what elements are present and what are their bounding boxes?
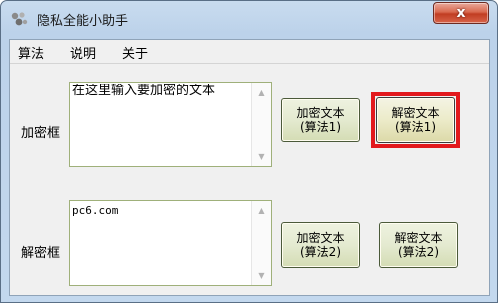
encrypt-box-label: 加密框 <box>21 126 61 141</box>
encrypt-algo1-sublabel: (算法1) <box>300 120 341 134</box>
close-button[interactable]: x <box>433 2 489 24</box>
decrypt-algo2-button[interactable]: 解密文本 (算法2) <box>379 222 458 268</box>
menu-about[interactable]: 关于 <box>122 43 148 62</box>
decrypt-algo1-sublabel: (算法1) <box>395 120 436 134</box>
decrypt-textarea-content: pc6.com <box>72 205 119 217</box>
encrypt-algo1-button[interactable]: 加密文本 (算法1) <box>281 98 360 142</box>
menu-algorithm[interactable]: 算法 <box>18 43 44 62</box>
scroll-down-icon[interactable]: ▼ <box>252 148 271 165</box>
client-area: 算法 说明 关于 加密框 在这里输入要加密的文本 ▲ ▼ 加密文本 (算法1) … <box>9 39 490 296</box>
scroll-up-icon[interactable]: ▲ <box>252 84 271 101</box>
decrypt-textarea[interactable]: pc6.com ▲ ▼ <box>69 200 272 286</box>
encrypt-textarea-content: 在这里输入要加密的文本 <box>72 84 216 98</box>
decrypt-box-label: 解密框 <box>21 246 61 261</box>
close-icon: x <box>456 5 466 21</box>
menu-help[interactable]: 说明 <box>70 43 96 62</box>
decrypt-algo2-label: 解密文本 <box>394 231 443 245</box>
encrypt-algo2-sublabel: (算法2) <box>300 245 341 259</box>
scroll-down-icon[interactable]: ▼ <box>252 267 271 284</box>
title-bar[interactable]: 隐私全能小助手 x <box>1 1 497 38</box>
app-icon <box>11 12 28 26</box>
encrypt-textarea[interactable]: 在这里输入要加密的文本 ▲ ▼ <box>69 82 272 167</box>
encrypt-algo1-label: 加密文本 <box>296 106 345 120</box>
decrypt-algo2-sublabel: (算法2) <box>398 245 439 259</box>
app-window: 隐私全能小助手 x 算法 说明 关于 加密框 在这里输入要加密的文本 ▲ ▼ 加… <box>0 0 498 303</box>
decrypt-algo1-label: 解密文本 <box>391 106 440 120</box>
encrypt-algo2-label: 加密文本 <box>296 231 345 245</box>
menu-bar: 算法 说明 关于 <box>10 40 489 64</box>
encrypt-scrollbar[interactable]: ▲ ▼ <box>251 83 271 166</box>
window-title: 隐私全能小助手 <box>37 14 129 29</box>
encrypt-algo2-button[interactable]: 加密文本 (算法2) <box>281 222 360 268</box>
decrypt-algo1-button[interactable]: 解密文本 (算法1) <box>376 97 455 143</box>
decrypt-scrollbar[interactable]: ▲ ▼ <box>251 201 271 285</box>
scroll-up-icon[interactable]: ▲ <box>252 202 271 219</box>
